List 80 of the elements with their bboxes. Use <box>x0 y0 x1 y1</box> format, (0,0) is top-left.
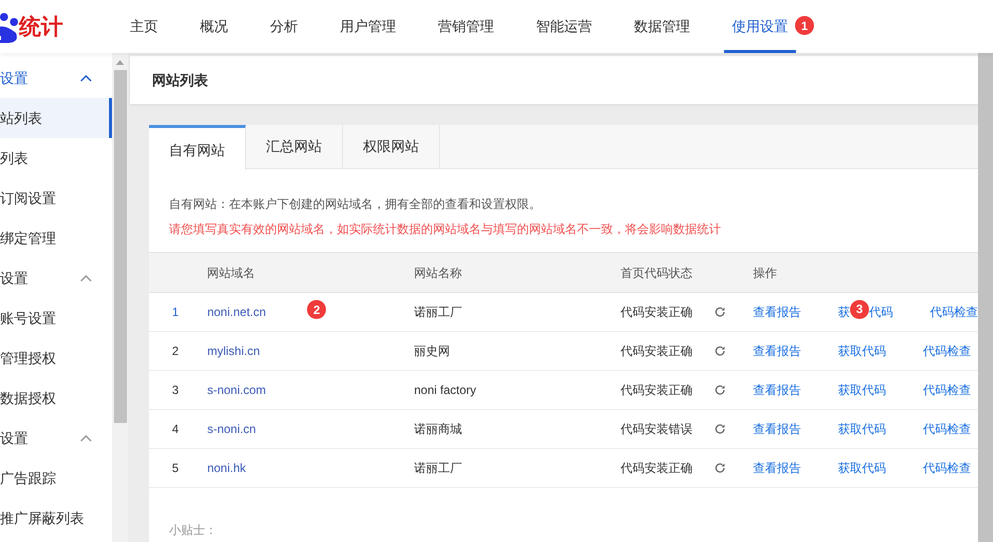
row-number: 3 <box>149 370 208 410</box>
sidebar-group-title[interactable]: 设置 <box>0 268 28 288</box>
site-name-cell: 诺丽商城 <box>414 410 620 448</box>
action-link[interactable]: 代码检查 <box>923 420 971 438</box>
logo-text: 统计 <box>19 16 63 38</box>
domain-link[interactable]: noni.net.cn <box>207 305 266 319</box>
nav-tab[interactable]: 主页 <box>122 0 166 53</box>
code-status-text: 代码安装正确 <box>620 343 692 360</box>
refresh-icon[interactable] <box>714 423 726 435</box>
code-status-text: 代码安装错误 <box>620 421 692 438</box>
action-link[interactable]: 代码检查 <box>930 303 978 321</box>
nav-tab[interactable]: 智能运营 <box>528 0 600 53</box>
column-header: 首页代码状态 <box>620 252 753 292</box>
number-badge: 1 <box>795 16 814 35</box>
refresh-icon[interactable] <box>714 306 726 318</box>
action-link[interactable]: 获取代码 <box>838 342 886 360</box>
action-link[interactable]: 查看报告 <box>753 303 801 321</box>
action-link[interactable]: 获 <box>838 303 850 321</box>
sidebar-group-title[interactable]: 设置 <box>0 428 28 448</box>
domain-link[interactable]: s-noni.com <box>207 383 266 397</box>
warning-text: 请您填写真实有效的网站域名，如实际统计数据的网站域名与填写的网站域名不一致，将会影响数据统计 <box>169 221 722 238</box>
domain-link[interactable]: noni.hk <box>207 461 246 475</box>
action-link[interactable]: 代码检查 <box>923 459 971 477</box>
row-number: 2 <box>149 332 208 370</box>
nav-tab[interactable]: 分析 <box>262 0 306 53</box>
tab[interactable]: 自有网站 <box>149 125 246 170</box>
action-link[interactable]: 获取代码 <box>838 420 886 438</box>
column-header: 操作 <box>753 252 978 292</box>
chevron-icon[interactable] <box>80 74 92 82</box>
sidebar-item[interactable]: 推广屏蔽列表 <box>0 498 112 538</box>
site-name-cell: noni factory <box>414 370 620 410</box>
description-text: 自有网站：在本账户下创建的网站域名，拥有全部的查看和设置权限。 <box>169 196 542 213</box>
code-status-text: 代码安装正确 <box>620 382 692 399</box>
number-badge: 2 <box>307 300 326 319</box>
sidebar-item[interactable]: 列表 <box>0 138 112 178</box>
row-number: 1 <box>149 292 208 332</box>
nav-tab[interactable]: 营销管理 <box>430 0 502 53</box>
refresh-icon[interactable] <box>714 384 726 396</box>
action-link[interactable]: 查看报告 <box>753 381 801 399</box>
sidebar-item[interactable]: 管理授权 <box>0 338 112 378</box>
page-scrollbar[interactable] <box>978 53 993 542</box>
domain-link[interactable]: s-noni.cn <box>207 422 256 436</box>
number-badge: 3 <box>850 300 869 318</box>
sidebar-item[interactable]: 站列表 <box>0 98 112 138</box>
site-name-cell: 诺丽工厂 <box>414 292 620 332</box>
sidebar-item[interactable]: 账号设置 <box>0 298 112 338</box>
sidebar-group-title[interactable]: 设置 <box>0 68 28 88</box>
site-name-cell: 丽史网 <box>414 332 620 370</box>
column-header: 网站名称 <box>414 252 620 292</box>
action-link[interactable]: 代码检查 <box>923 342 971 360</box>
nav-tab[interactable]: 数据管理 <box>626 0 698 53</box>
code-status-text: 代码安装正确 <box>620 460 692 477</box>
action-link[interactable]: 获取代码 <box>838 381 886 399</box>
tab[interactable]: 汇总网站 <box>246 125 343 168</box>
code-status-text: 代码安装正确 <box>620 304 692 321</box>
row-number: 5 <box>149 448 208 488</box>
action-link[interactable]: 获取代码 <box>838 459 886 477</box>
site-name-cell: 诺丽工厂 <box>414 448 620 488</box>
action-link[interactable]: 查看报告 <box>753 459 801 477</box>
sidebar-scrollbar[interactable] <box>112 53 128 542</box>
tips-title: 小贴士： <box>169 523 217 537</box>
sidebar-item[interactable]: 绑定管理 <box>0 218 112 258</box>
sidebar-item[interactable]: 订阅设置 <box>0 178 112 218</box>
refresh-icon[interactable] <box>714 462 726 474</box>
action-link[interactable]: 查看报告 <box>753 420 801 438</box>
domain-link[interactable]: mylishi.cn <box>207 344 260 358</box>
row-number: 4 <box>149 410 208 448</box>
page-title: 网站列表 <box>152 70 208 90</box>
chevron-icon[interactable] <box>80 434 92 442</box>
sidebar-item[interactable]: 广告跟踪 <box>0 458 112 498</box>
tab[interactable]: 权限网站 <box>343 125 440 168</box>
action-link[interactable]: 代码检查 <box>923 381 971 399</box>
chevron-icon[interactable] <box>80 274 92 282</box>
action-link[interactable]: 代码 <box>869 303 893 321</box>
action-link[interactable]: 查看报告 <box>753 342 801 360</box>
nav-tab[interactable]: 用户管理 <box>332 0 404 53</box>
column-header: 网站域名 <box>207 252 414 292</box>
refresh-icon[interactable] <box>714 345 726 357</box>
sidebar-item[interactable]: 数据授权 <box>0 378 112 418</box>
nav-tab[interactable]: 概况 <box>192 0 236 53</box>
